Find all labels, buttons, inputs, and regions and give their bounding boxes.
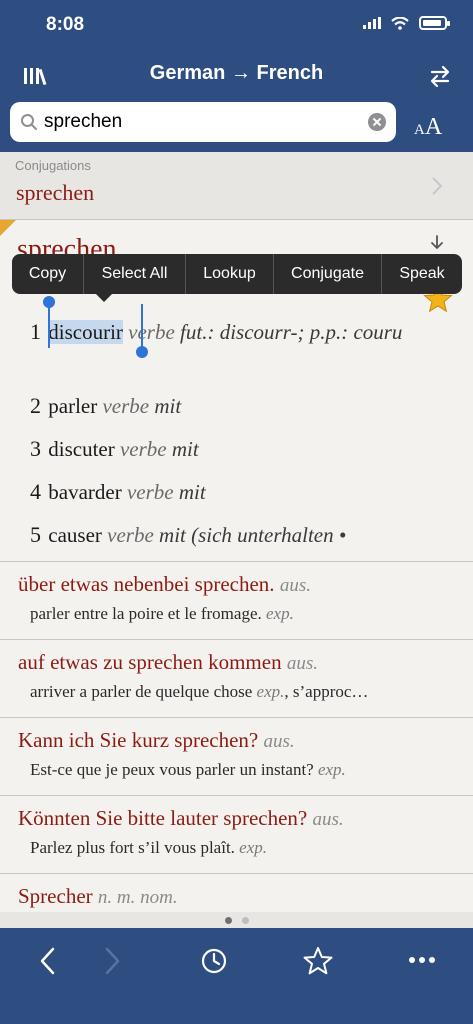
sense-1: 1 discourir verbe fut.: discourr-; p.p.:… <box>30 316 460 348</box>
chevron-right-icon <box>432 177 443 195</box>
status-time: 8:08 <box>46 14 85 35</box>
bottom-toolbar <box>0 928 473 1024</box>
search-icon <box>21 114 37 130</box>
page-dot-active <box>224 916 232 924</box>
phrase-gram: exp. <box>256 682 285 701</box>
nav-title: German → French <box>149 62 324 84</box>
wifi-icon <box>391 16 409 30</box>
phrase-pos: aus. <box>263 731 295 752</box>
sense-number: 5 <box>30 522 41 547</box>
sense-number: 1 <box>30 319 41 344</box>
selection-end-dot[interactable] <box>136 346 148 358</box>
sense-2: 2 parler verbe mit <box>30 390 460 422</box>
phrase-pos: aus. <box>279 575 311 596</box>
search-input[interactable] <box>44 110 364 134</box>
sense-extra: mit <box>178 480 206 504</box>
phrase-gram: exp. <box>239 838 268 857</box>
phrase-translation: Est-ce que je peux vous parler un instan… <box>30 760 346 779</box>
sense-gram: verbe <box>101 523 160 547</box>
menu-select-all[interactable]: Select All <box>84 254 186 294</box>
conjugations-word: sprechen <box>16 180 95 205</box>
font-size-small-label: A <box>414 122 425 138</box>
phrase-pos: aus. <box>312 809 344 830</box>
phrase-pos: aus. <box>286 653 318 674</box>
phrase-translation: parler entre la poire et le fromage. exp… <box>30 604 294 623</box>
swap-icon[interactable] <box>429 64 451 88</box>
sense-number: 2 <box>30 393 41 418</box>
phrase-item[interactable]: über etwas nebenbei sprechen. aus. parle… <box>0 562 473 640</box>
phrase-item[interactable]: auf etwas zu sprechen kommen aus. arrive… <box>0 640 473 718</box>
phrase-translation: Parlez plus fort s’il vous plaît. exp. <box>30 838 268 857</box>
phrase-title: Sprecher n. m. nom. <box>18 884 178 908</box>
sense-word: bavarder <box>48 480 122 504</box>
selection-start-dot[interactable] <box>43 296 55 308</box>
corner-marker <box>0 220 16 236</box>
sense-3: 3 discuter verbe mit <box>30 433 460 465</box>
context-menu-arrow <box>94 292 114 302</box>
sense-number: 3 <box>30 436 41 461</box>
signal-icon <box>363 17 381 29</box>
phrase-title: über etwas nebenbei sprechen. aus. <box>18 572 311 596</box>
top-bar: 8:08 German → French AA <box>0 0 473 152</box>
phrase-translation: arriver a parler de quelque chose exp., … <box>30 682 369 701</box>
phrase-tail: , s’approc… <box>284 682 369 701</box>
sense-extra: fut.: discourr-; p.p.: couru <box>180 320 403 344</box>
search-bar[interactable] <box>10 102 396 142</box>
sense-4: 4 bavarder verbe mit <box>30 476 460 508</box>
conjugations-row[interactable]: Conjugations sprechen <box>0 152 473 220</box>
sense-extra: mit <box>154 394 182 418</box>
sense-word: parler <box>48 394 98 418</box>
status-icons <box>363 16 450 30</box>
clear-icon[interactable] <box>368 113 386 131</box>
more-icon[interactable] <box>408 956 436 964</box>
phrase-item[interactable]: Kann ich Sie kurz sprechen? aus. Est-ce … <box>0 718 473 796</box>
sense-gram: verbe <box>97 394 155 418</box>
phrase-item[interactable]: Sprecher n. m. nom. <box>0 874 473 912</box>
forward-icon[interactable] <box>102 946 122 976</box>
phrase-pos: n. m. nom. <box>97 887 178 908</box>
sense-word: causer <box>48 523 102 547</box>
battery-icon <box>419 16 450 30</box>
selection-end-handle[interactable] <box>141 304 143 350</box>
phrase-title: auf etwas zu sprechen kommen aus. <box>18 650 318 674</box>
font-size-button[interactable]: AA <box>414 114 442 141</box>
sense-5: 5 causer verbe mit (sich unterhalten • <box>30 519 460 551</box>
phrase-gram: exp. <box>265 604 294 623</box>
sense-extra: mit (sich unterhalten • <box>159 523 347 547</box>
selected-word[interactable]: discourir <box>48 320 123 344</box>
font-size-big-label: A <box>424 114 443 140</box>
sense-gram: verbe <box>114 437 172 461</box>
menu-speak[interactable]: Speak <box>382 254 462 294</box>
sense-extra: mit <box>171 437 199 461</box>
phrase-title: Könnten Sie bitte lauter sprechen? aus. <box>18 806 344 830</box>
selection-start-handle[interactable] <box>48 302 50 348</box>
phrase-item[interactable]: Könnten Sie bitte lauter sprechen? aus. … <box>0 796 473 874</box>
history-icon[interactable] <box>200 946 228 976</box>
sense-number: 4 <box>30 479 41 504</box>
sense-gram: verbe <box>122 320 181 344</box>
menu-copy[interactable]: Copy <box>12 254 84 294</box>
context-menu: Copy Select All Lookup Conjugate Speak <box>12 254 462 294</box>
download-icon[interactable] <box>429 234 445 254</box>
phrase-title: Kann ich Sie kurz sprechen? aus. <box>18 728 295 752</box>
page-indicator[interactable] <box>0 912 473 928</box>
phrase-gram: exp. <box>317 760 346 779</box>
page-dot <box>241 916 249 924</box>
sense-gram: verbe <box>121 480 179 504</box>
conjugations-label: Conjugations <box>15 158 91 173</box>
sense-word: discuter <box>48 437 115 461</box>
menu-lookup[interactable]: Lookup <box>186 254 274 294</box>
menu-conjugate[interactable]: Conjugate <box>274 254 382 294</box>
back-icon[interactable] <box>38 946 58 976</box>
favorites-icon[interactable] <box>303 946 333 976</box>
